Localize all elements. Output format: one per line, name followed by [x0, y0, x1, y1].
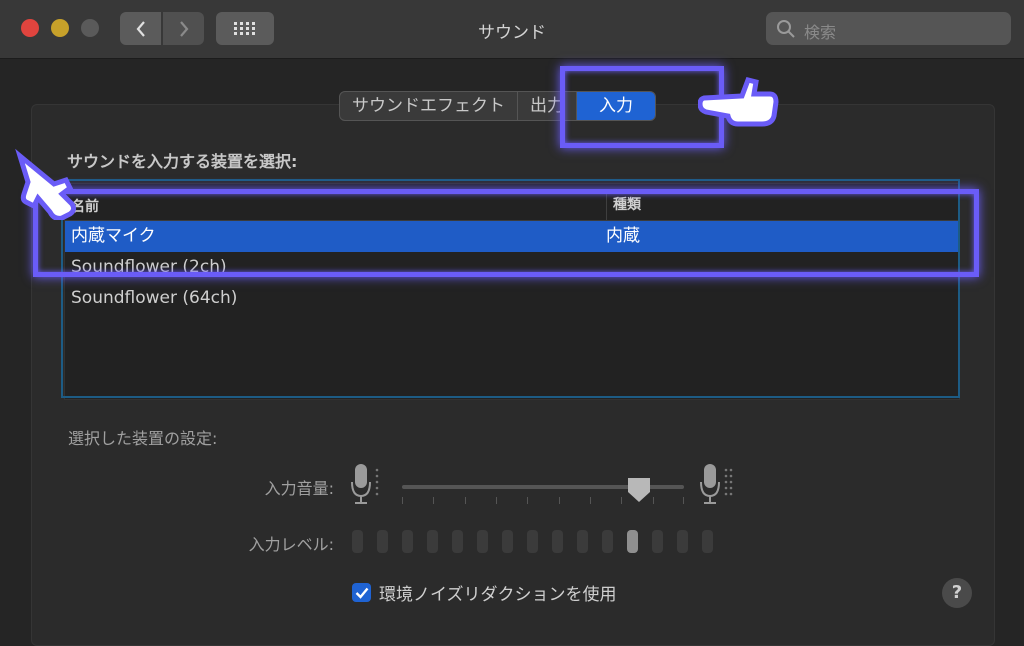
- level-segment: [427, 530, 438, 553]
- table-row[interactable]: 内蔵マイク 内蔵: [65, 221, 959, 252]
- input-level-meter: [352, 530, 713, 553]
- input-level-label: 入力レベル:: [248, 535, 334, 554]
- help-button[interactable]: ?: [942, 578, 972, 608]
- pointing-hand-icon: [698, 77, 779, 127]
- mic-low-icon: [351, 464, 379, 504]
- tab-input[interactable]: 入力: [577, 92, 655, 120]
- level-segment: [502, 530, 513, 553]
- level-segment: [577, 530, 588, 553]
- search-icon: [777, 20, 795, 38]
- level-segment: [627, 530, 638, 553]
- level-segment: [602, 530, 613, 553]
- checkmark-icon: [355, 587, 368, 599]
- noise-reduction-label: 環境ノイズリダクションを使用: [379, 585, 617, 605]
- level-segment: [352, 530, 363, 553]
- level-segment: [702, 530, 713, 553]
- mic-high-icon: [700, 464, 733, 504]
- level-segment: [452, 530, 463, 553]
- title-bar: サウンド 検索: [0, 0, 1024, 59]
- slider-thumb[interactable]: [626, 476, 652, 504]
- device-table: 名前 種類 内蔵マイク 内蔵 Soundflower (2ch) Soundfl…: [64, 183, 960, 400]
- search-placeholder: 検索: [804, 23, 837, 42]
- level-segment: [552, 530, 563, 553]
- tab-sound-effects[interactable]: サウンドエフェクト: [340, 92, 518, 120]
- level-segment: [477, 530, 488, 553]
- table-row[interactable]: Soundflower (2ch): [65, 252, 959, 283]
- noise-reduction-checkbox[interactable]: 環境ノイズリダクションを使用: [352, 580, 617, 605]
- pointing-hand-icon-2: [15, 148, 77, 220]
- device-name: 内蔵マイク: [71, 226, 156, 246]
- device-section-heading: サウンドを入力する装置を選択:: [67, 152, 298, 171]
- tab-bar: サウンドエフェクト 出力 入力: [339, 91, 656, 121]
- level-segment: [402, 530, 413, 553]
- level-segment: [677, 530, 688, 553]
- device-name: Soundflower (2ch): [71, 257, 227, 277]
- table-header: 名前 種類: [65, 190, 959, 221]
- checkbox-box[interactable]: [352, 583, 371, 602]
- device-name: Soundflower (64ch): [71, 288, 238, 308]
- column-header-type[interactable]: 種類: [606, 190, 641, 220]
- tab-output[interactable]: 出力: [518, 92, 577, 120]
- level-segment: [652, 530, 663, 553]
- table-row[interactable]: Soundflower (64ch): [65, 283, 959, 314]
- search-field[interactable]: 検索: [766, 12, 1011, 45]
- device-type: 内蔵: [606, 226, 640, 246]
- level-segment: [377, 530, 388, 553]
- settings-heading: 選択した装置の設定:: [68, 429, 218, 448]
- level-segment: [527, 530, 538, 553]
- input-volume-label: 入力音量:: [264, 479, 334, 498]
